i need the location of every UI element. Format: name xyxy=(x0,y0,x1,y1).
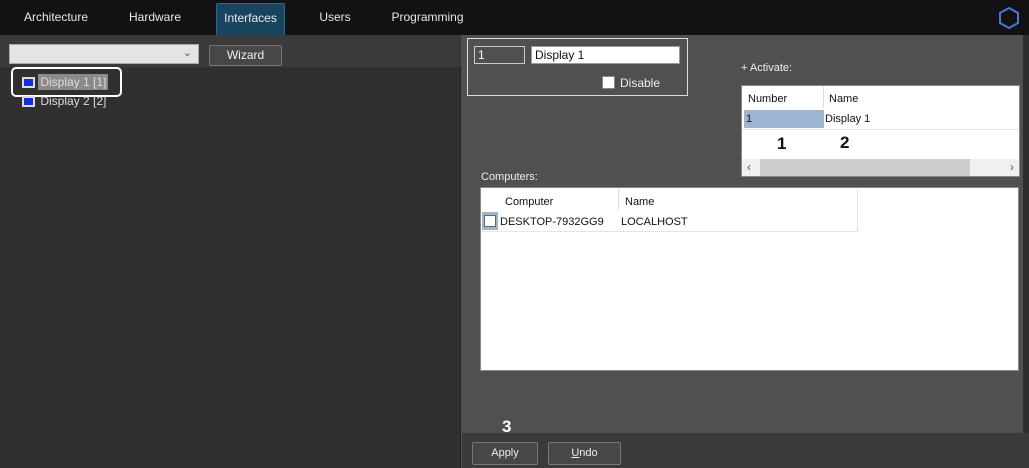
right-edge-scrollbar[interactable] xyxy=(1023,35,1029,433)
display-name-field[interactable]: Display 1 xyxy=(531,46,680,64)
undo-button[interactable]: Undo xyxy=(548,442,621,465)
cell-name: Display 1 xyxy=(825,113,871,125)
top-nav-bar: Architecture Hardware Interfaces Users P… xyxy=(0,0,1029,35)
cell-computer: DESKTOP-7932GG9 xyxy=(500,216,604,228)
disable-checkbox[interactable] xyxy=(602,76,615,89)
tree-item-label: Display 1 [1] xyxy=(38,74,109,90)
selected-cell[interactable] xyxy=(744,110,824,128)
tree-item-display-1[interactable]: Display 1 [1] xyxy=(22,74,109,90)
cell-name: LOCALHOST xyxy=(621,216,688,228)
column-header-name[interactable]: Name xyxy=(829,93,858,105)
column-header-name[interactable]: Name xyxy=(625,196,654,208)
tree-item-label: Display 2 [2] xyxy=(40,94,107,108)
chevron-down-icon: ⌄ xyxy=(182,47,192,59)
annotation-2: 2 xyxy=(840,133,850,152)
undo-label: ndo xyxy=(579,447,598,459)
tab-interfaces[interactable]: Interfaces xyxy=(216,3,285,35)
tree-item-display-2[interactable]: Display 2 [2] xyxy=(22,94,108,108)
column-header-number[interactable]: Number xyxy=(748,93,787,105)
cell-number: 1 xyxy=(746,113,753,125)
activate-label[interactable]: + Activate: xyxy=(741,62,792,74)
tab-users[interactable]: Users xyxy=(310,3,360,35)
tab-architecture[interactable]: Architecture xyxy=(16,3,96,35)
column-header-computer[interactable]: Computer xyxy=(505,196,553,208)
display-number-field[interactable]: 1 xyxy=(474,46,525,64)
computer-checkbox[interactable] xyxy=(484,215,496,227)
computers-table: Computer Name DESKTOP-7932GG9 LOCALHOST xyxy=(480,187,1019,371)
wizard-button[interactable]: Wizard xyxy=(209,45,282,66)
tab-programming[interactable]: Programming xyxy=(390,3,465,35)
monitor-icon xyxy=(22,96,35,108)
scrollbar-thumb[interactable] xyxy=(760,159,970,176)
horizontal-scrollbar[interactable]: ‹ › xyxy=(742,159,1019,176)
computers-label: Computers: xyxy=(481,171,538,183)
filter-combo[interactable]: ⌄ xyxy=(9,44,199,64)
apply-button[interactable]: Apply xyxy=(472,442,538,465)
annotation-3: 3 xyxy=(502,417,512,436)
scroll-left-icon[interactable]: ‹ xyxy=(747,160,751,174)
activate-table: Number Name 1 Display 1 1 2 ‹ › xyxy=(741,85,1020,177)
monitor-icon xyxy=(22,77,35,89)
tab-hardware[interactable]: Hardware xyxy=(120,3,190,35)
annotation-1: 1 xyxy=(777,134,787,153)
scroll-right-icon[interactable]: › xyxy=(1010,160,1014,174)
disable-label: Disable xyxy=(620,76,661,90)
hexagon-logo-icon xyxy=(999,6,1019,30)
